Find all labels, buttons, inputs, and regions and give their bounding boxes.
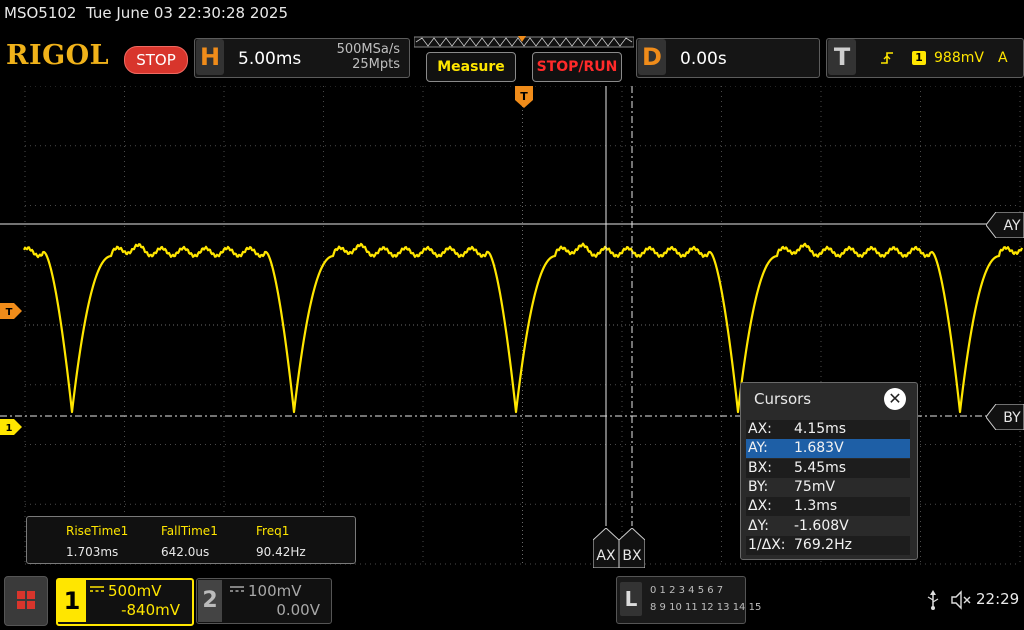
stop-run-button[interactable]: STOP/RUN xyxy=(532,52,622,82)
logic-analyzer-label[interactable]: L xyxy=(620,582,642,616)
cursor-ay-tag-label: AY xyxy=(1003,218,1020,234)
digital-channels-row-1: 0 1 2 3 4 5 6 7 xyxy=(650,585,724,596)
timebase-value: 5.00ms xyxy=(238,49,302,69)
horizontal-label: H xyxy=(196,39,224,75)
delay-value: 0.00s xyxy=(680,49,727,69)
channel-1-offset: -840mV xyxy=(121,601,180,619)
measurement-name: Freq1 xyxy=(256,524,290,538)
measurement-value: 642.0us xyxy=(161,545,210,559)
rising-edge-icon xyxy=(881,52,893,64)
channel-1-number[interactable]: 1 xyxy=(58,580,86,622)
dc-coupling-icon xyxy=(230,586,244,592)
cursor-row-value: 5.45ms xyxy=(794,459,847,476)
cursor-row[interactable]: AX: 4.15ms xyxy=(746,420,910,439)
measurement-name: RiseTime1 xyxy=(66,524,129,538)
cursor-row-key: AX: xyxy=(748,421,772,437)
run-state-badge[interactable]: STOP xyxy=(124,46,188,74)
cursor-row[interactable]: ΔY: -1.608V xyxy=(746,517,910,536)
cursor-row-key: BX: xyxy=(748,459,772,476)
cursor-row[interactable]: BX: 5.45ms xyxy=(746,458,910,478)
cursor-ax-tag[interactable]: AX xyxy=(593,528,619,568)
trigger-source-badge: 1 xyxy=(912,51,926,65)
cursor-row-value: 769.2Hz xyxy=(794,536,852,553)
date-time: Tue June 03 22:30:28 2025 xyxy=(86,4,288,22)
cursor-row-value: 4.15ms xyxy=(794,421,847,437)
cursor-row-value: 75mV xyxy=(794,478,836,495)
measure-button[interactable]: Measure xyxy=(426,52,516,82)
memory-depth: 25Mpts xyxy=(352,57,400,72)
system-clock: 22:29 xyxy=(976,590,1020,608)
measurement-value: 1.703ms xyxy=(66,545,119,559)
cursor-row-value: 1.3ms xyxy=(794,498,838,515)
trigger-time-marker[interactable]: T xyxy=(515,86,533,110)
trigger-level-marker[interactable]: T xyxy=(0,303,22,319)
acquisition-info: 500MSa/s 25Mpts xyxy=(320,42,400,72)
close-icon[interactable]: ✕ xyxy=(884,388,906,410)
channel-1-ground-marker[interactable]: 1 xyxy=(0,419,22,435)
status-line: MSO5102 Tue June 03 22:30:28 2025 xyxy=(4,4,288,22)
cursors-title: Cursors xyxy=(754,390,812,408)
cursor-row-key: ΔX: xyxy=(748,498,772,515)
cursor-row[interactable]: BY: 75mV xyxy=(746,478,910,497)
measurement-name: FallTime1 xyxy=(161,524,218,538)
sample-rate: 500MSa/s xyxy=(336,42,400,57)
dc-coupling-icon xyxy=(90,586,104,592)
cursor-ax-tag-label: AX xyxy=(596,548,616,564)
usb-icon[interactable] xyxy=(926,590,940,610)
cursor-bx-tag-label: BX xyxy=(622,548,642,564)
grid-menu-icon xyxy=(17,591,35,609)
waveform-position-strip xyxy=(414,36,634,48)
cursor-row-value: 1.683V xyxy=(794,440,844,457)
cursor-row-key: 1/ΔX: xyxy=(748,536,786,553)
delay-label: D xyxy=(638,39,666,75)
brand-logo: RIGOL xyxy=(6,40,110,71)
cursor-by-tag[interactable]: BY xyxy=(986,404,1024,430)
channel-1-ground-marker-label: 1 xyxy=(6,423,13,434)
channel-1-scale: 500mV xyxy=(108,582,162,600)
channel-2-scale: 100mV xyxy=(248,582,302,600)
cursor-row-key: ΔY: xyxy=(748,517,769,534)
cursor-row[interactable]: 1/ΔX: 769.2Hz xyxy=(746,535,910,555)
channel-2-number[interactable]: 2 xyxy=(198,580,222,622)
measurement-value: 90.42Hz xyxy=(256,545,306,559)
cursor-bx-tag[interactable]: BX xyxy=(619,528,645,568)
cursor-by-tag-label: BY xyxy=(1003,410,1021,426)
trigger-level-marker-label: T xyxy=(6,307,13,318)
digital-channels-row-2: 8 9 10 11 12 13 14 15 xyxy=(650,602,762,613)
trigger-time-marker-label: T xyxy=(520,90,528,103)
model-name: MSO5102 xyxy=(4,4,77,22)
cursor-row-key: BY: xyxy=(748,478,769,495)
main-menu-button[interactable] xyxy=(4,576,48,626)
trigger-level: 988mV xyxy=(934,50,984,66)
trigger-label: T xyxy=(828,39,856,75)
cursor-ay-tag[interactable]: AY xyxy=(986,212,1024,238)
cursor-row[interactable]: AY: 1.683V xyxy=(746,439,910,459)
cursor-row-key: AY: xyxy=(748,440,768,457)
channel-2-offset: 0.00V xyxy=(276,601,320,619)
speaker-muted-icon[interactable] xyxy=(950,590,972,610)
cursor-row[interactable]: ΔX: 1.3ms xyxy=(746,497,910,517)
trigger-mode: A xyxy=(998,50,1008,66)
cursor-row-value: -1.608V xyxy=(794,517,849,534)
